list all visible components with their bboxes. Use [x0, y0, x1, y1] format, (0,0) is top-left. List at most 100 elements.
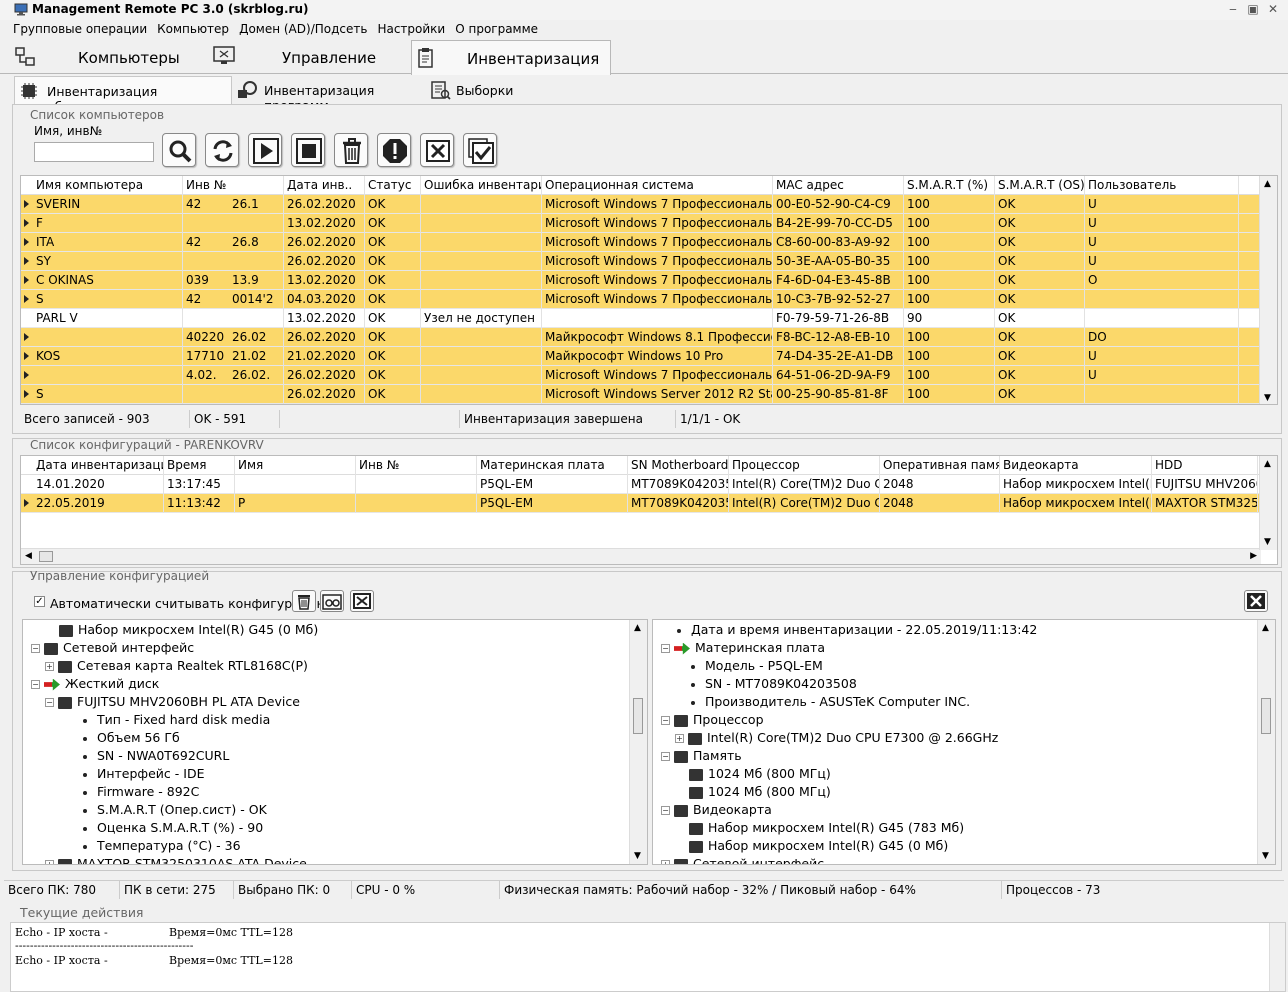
column-header[interactable]: Материнская плата — [477, 456, 628, 475]
expand-toggle-icon[interactable]: − — [45, 698, 54, 707]
left-tree-node[interactable]: − Жесткий диск — [31, 675, 159, 693]
table-row[interactable]: KOS 17710 21.02 21.02.2020 OK Майкрософт Wind… — [21, 347, 1277, 366]
right-tree-node[interactable]: Набор микросхем Intel(R) G45 (783 Мб) — [689, 819, 964, 837]
scroll-up-icon[interactable]: ▲ — [634, 623, 641, 633]
table-row[interactable]: S 26.02.2020 OK Microsoft Windows Server 20… — [21, 385, 1277, 404]
start-button[interactable] — [248, 133, 282, 167]
table-row[interactable]: 14.01.2020 13:17:45 P5QL-EM MT7089K042035 In… — [21, 475, 1277, 494]
expand-toggle-icon[interactable]: + — [661, 860, 670, 864]
minimize-button[interactable]: ‒ — [1224, 2, 1242, 16]
scroll-left-icon[interactable]: ◀ — [25, 551, 32, 561]
column-header[interactable]: Видеокарта — [1000, 456, 1152, 475]
menu-domain[interactable]: Домен (AD)/Подсеть — [234, 20, 372, 38]
compare-config-button[interactable] — [320, 590, 344, 612]
computers-table[interactable]: Имя компьютера Инв № Дата инв.. Статус Ошибк… — [20, 175, 1278, 405]
expand-toggle-icon[interactable]: − — [661, 644, 670, 653]
expand-toggle-icon[interactable]: + — [675, 734, 684, 743]
left-tree-node[interactable]: SN - NWA0T692CURL — [83, 747, 229, 765]
left-tree-node[interactable]: Firmware - 892C — [83, 783, 199, 801]
table-row[interactable]: SVERIN 42 26.1 26.02.2020 OK Microsoft Window… — [21, 195, 1277, 214]
actions-log[interactable]: Echo - IP хоста - Время=0мс TTL=128 ----… — [10, 922, 1286, 992]
check-all-button[interactable] — [463, 133, 497, 167]
right-tree-node[interactable]: Набор микросхем Intel(R) G45 (0 Мб) — [689, 837, 948, 855]
column-header[interactable]: MAC адрес — [773, 176, 904, 195]
tab-computers[interactable]: Компьютеры — [12, 40, 207, 74]
menu-computer[interactable]: Компьютер — [152, 20, 234, 38]
export-excel-button[interactable] — [420, 133, 454, 167]
right-tree-node[interactable]: − Материнская плата — [661, 639, 825, 657]
close-window-button[interactable]: ✕ — [1264, 2, 1282, 16]
maximize-button[interactable]: ▣ — [1244, 2, 1262, 16]
right-tree-node[interactable]: 1024 Мб (800 МГц) — [689, 765, 831, 783]
scroll-down-icon[interactable]: ▼ — [1262, 851, 1269, 861]
column-header[interactable]: Имя компьютера — [33, 176, 183, 195]
scroll-up-icon[interactable]: ▲ — [1262, 623, 1269, 633]
menu-group-ops[interactable]: Групповые операции — [8, 20, 152, 38]
expand-toggle-icon[interactable]: − — [661, 716, 670, 725]
right-tree-node[interactable]: − Процессор — [661, 711, 764, 729]
scroll-thumb[interactable] — [1261, 698, 1271, 734]
scroll-right-icon[interactable]: ▶ — [1250, 551, 1257, 561]
left-tree-node[interactable]: Оценка S.M.A.R.T (%) - 90 — [83, 819, 263, 837]
log-scrollbar[interactable] — [1269, 923, 1285, 991]
right-tree-node[interactable]: + Сетевой интерфейс — [661, 855, 824, 864]
auto-read-checkbox[interactable]: ✓ — [34, 596, 45, 607]
left-tree-node[interactable]: Объем 56 Гб — [83, 729, 180, 747]
expand-toggle-icon[interactable]: − — [661, 806, 670, 815]
scroll-up-icon[interactable]: ▲ — [1264, 179, 1271, 189]
table-row[interactable]: ITA 42 26.8 26.02.2020 OK Microsoft Windows 7… — [21, 233, 1277, 252]
expand-toggle-icon[interactable]: − — [31, 680, 40, 689]
right-tree-scrollbar[interactable]: ▲ ▼ — [1257, 620, 1275, 864]
left-tree-node[interactable]: − FUJITSU MHV2060BH PL ATA Device — [45, 693, 300, 711]
close-config-button[interactable] — [1244, 590, 1268, 612]
column-header[interactable]: Оперативная память — [880, 456, 1000, 475]
left-tree-node[interactable]: Температура (°C) - 36 — [83, 837, 241, 855]
computers-scrollbar[interactable]: ▲ ▼ — [1259, 176, 1277, 404]
tab-software-inventory[interactable]: Инвентаризация программ — [234, 76, 424, 113]
right-tree-node[interactable]: SN - MT7089K04203508 — [691, 675, 857, 693]
table-row[interactable]: 22.05.2019 11:13:42 P P5QL-EM MT7089K042035 I… — [21, 494, 1277, 513]
tab-inventory[interactable]: Инвентаризация — [411, 40, 611, 75]
table-row[interactable]: PARL V 13.02.2020 OK Узел не доступен F0-79-… — [21, 309, 1277, 328]
column-header[interactable]: HDD — [1152, 456, 1258, 475]
configs-hscrollbar[interactable]: ◀ ▶ — [21, 548, 1261, 564]
scroll-up-icon[interactable]: ▲ — [1264, 459, 1271, 469]
column-header[interactable]: Инв № — [183, 176, 284, 195]
table-row[interactable]: SY 26.02.2020 OK Microsoft Windows 7 Профес… — [21, 252, 1277, 271]
left-tree-node[interactable]: Тип - Fixed hard disk media — [83, 711, 270, 729]
configs-table[interactable]: Дата инвентаризации Время Имя Инв № Материнс… — [20, 455, 1278, 565]
column-header[interactable]: Пользователь — [1085, 176, 1239, 195]
right-tree-node[interactable]: − Память — [661, 747, 742, 765]
right-tree-node[interactable]: Модель - P5QL-EM — [691, 657, 823, 675]
table-row[interactable]: C OKINAS 039 13.9 13.02.2020 OK Microsoft Win… — [21, 271, 1277, 290]
left-tree-node[interactable]: − Сетевой интерфейс — [31, 639, 194, 657]
tab-queries[interactable]: Выборки — [428, 76, 528, 104]
table-row[interactable]: S 42 0014'2 04.03.2020 OK Microsoft Windows 7… — [21, 290, 1277, 309]
stop-button[interactable] — [291, 133, 325, 167]
alert-button[interactable] — [377, 133, 411, 167]
expand-toggle-icon[interactable]: − — [31, 644, 40, 653]
left-tree-scrollbar[interactable]: ▲ ▼ — [629, 620, 647, 864]
tab-manage[interactable]: Управление — [210, 40, 405, 74]
search-input[interactable] — [34, 142, 154, 162]
column-header[interactable]: Процессор — [729, 456, 880, 475]
right-tree-node[interactable]: 1024 Мб (800 МГц) — [689, 783, 831, 801]
delete-button[interactable] — [334, 133, 368, 167]
column-header[interactable]: Операционная система — [542, 176, 773, 195]
refresh-button[interactable] — [205, 133, 239, 167]
expand-toggle-icon[interactable]: − — [661, 752, 670, 761]
left-tree-node[interactable]: + Сетевая карта Realtek RTL8168C(P) — [45, 657, 308, 675]
left-tree-node[interactable]: S.M.A.R.T (Опер.сист) - OK — [83, 801, 267, 819]
right-tree-node[interactable]: + Intel(R) Core(TM)2 Duo CPU E7300 @ 2.66… — [675, 729, 998, 747]
configs-vscrollbar[interactable]: ▲ ▼ — [1259, 456, 1277, 550]
export-config-button[interactable] — [350, 590, 374, 612]
column-header[interactable]: SN Motherboard — [628, 456, 729, 475]
column-header[interactable]: S.M.A.R.T (OS) — [995, 176, 1085, 195]
right-tree-node[interactable]: Производитель - ASUSTeK Computer INC. — [691, 693, 970, 711]
right-tree-node[interactable]: − Видеокарта — [661, 801, 772, 819]
expand-toggle-icon[interactable]: + — [45, 662, 54, 671]
scroll-down-icon[interactable]: ▼ — [1264, 537, 1271, 547]
column-header[interactable]: Статус — [365, 176, 421, 195]
table-row[interactable]: 40220 26.02 26.02.2020 OK Майкрософт Windows… — [21, 328, 1277, 347]
table-row[interactable]: F 13.02.2020 OK Microsoft Windows 7 Професс… — [21, 214, 1277, 233]
